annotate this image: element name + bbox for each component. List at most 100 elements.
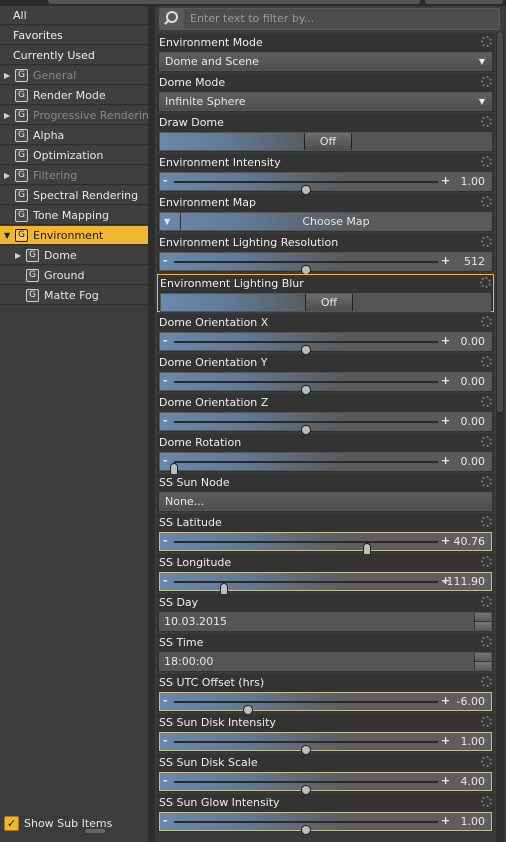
toggle-button[interactable]: Off bbox=[304, 133, 352, 150]
slider-value[interactable]: 1.00 bbox=[461, 813, 486, 830]
decrement-button[interactable]: - bbox=[163, 533, 168, 549]
expand-down-icon[interactable]: ▼ bbox=[4, 226, 10, 245]
slider-track[interactable] bbox=[174, 541, 438, 557]
increment-button[interactable]: + bbox=[441, 693, 450, 709]
node-selector[interactable]: None... bbox=[159, 492, 492, 511]
decrement-button[interactable]: - bbox=[163, 333, 168, 349]
pane-divider[interactable] bbox=[148, 6, 155, 842]
gear-icon[interactable] bbox=[481, 316, 492, 327]
slider-track[interactable] bbox=[174, 741, 438, 755]
tree-item-alpha[interactable]: G Alpha bbox=[0, 126, 148, 145]
decrement-button[interactable]: - bbox=[163, 173, 168, 189]
slider-track[interactable] bbox=[174, 181, 438, 195]
resize-grip[interactable] bbox=[85, 829, 105, 833]
filter-input[interactable]: Enter text to filter by... bbox=[190, 9, 314, 29]
slider-value[interactable]: 0.00 bbox=[461, 453, 486, 470]
toggle-draw-dome[interactable]: Off bbox=[159, 132, 492, 151]
decrement-button[interactable]: - bbox=[163, 773, 168, 789]
gear-icon[interactable] bbox=[481, 116, 492, 127]
slider-value[interactable]: 1.00 bbox=[461, 733, 486, 750]
slider-track[interactable] bbox=[174, 341, 438, 355]
gear-icon[interactable] bbox=[481, 476, 492, 487]
tree-item-spectral-rendering[interactable]: G Spectral Rendering bbox=[0, 186, 148, 205]
field-ss-time[interactable]: 18:00:00 bbox=[159, 652, 492, 671]
show-sub-items-checkbox[interactable]: ✓ bbox=[4, 816, 19, 831]
tree-item-tone-mapping[interactable]: G Tone Mapping bbox=[0, 206, 148, 225]
gear-icon[interactable] bbox=[481, 236, 492, 247]
field-ss-day[interactable]: 10.03.2015 bbox=[159, 612, 492, 631]
gear-icon[interactable] bbox=[481, 716, 492, 727]
vertical-scrollbar[interactable] bbox=[496, 32, 504, 842]
slider-ss-sun-glow-intensity[interactable]: - +1.00 bbox=[159, 812, 492, 835]
increment-button[interactable]: + bbox=[441, 413, 450, 429]
decrement-button[interactable]: - bbox=[163, 573, 168, 589]
decrement-button[interactable]: - bbox=[163, 253, 168, 269]
toggle-button[interactable]: Off bbox=[305, 294, 353, 311]
gear-icon[interactable] bbox=[480, 277, 491, 288]
gear-icon[interactable] bbox=[481, 636, 492, 647]
increment-button[interactable]: + bbox=[441, 373, 450, 389]
decrement-button[interactable]: - bbox=[163, 693, 168, 709]
slider-track[interactable] bbox=[174, 821, 438, 835]
slider-value[interactable]: -111.90 bbox=[443, 573, 485, 590]
gear-icon[interactable] bbox=[481, 516, 492, 527]
slider-track[interactable] bbox=[170, 461, 438, 477]
slider-ss-sun-disk-intensity[interactable]: - +1.00 bbox=[159, 732, 492, 755]
gear-icon[interactable] bbox=[481, 596, 492, 607]
slider-ss-latitude[interactable]: - +40.76 bbox=[159, 532, 492, 557]
tree-item-matte-fog[interactable]: G Matte Fog bbox=[0, 286, 148, 305]
gear-icon[interactable] bbox=[481, 676, 492, 687]
decrement-button[interactable]: - bbox=[163, 373, 168, 389]
gear-icon[interactable] bbox=[481, 756, 492, 767]
slider-value[interactable]: 0.00 bbox=[461, 333, 486, 350]
tree-item-environment[interactable]: ▼ G Environment bbox=[0, 226, 148, 245]
slider-track[interactable] bbox=[174, 701, 438, 715]
slider-value[interactable]: 1.00 bbox=[461, 173, 486, 190]
gear-icon[interactable] bbox=[481, 196, 492, 207]
slider-value[interactable]: 0.00 bbox=[461, 413, 486, 430]
increment-button[interactable]: + bbox=[441, 533, 450, 549]
scrollbar-thumb[interactable] bbox=[497, 32, 503, 412]
slider-track[interactable] bbox=[174, 261, 438, 275]
expand-right-icon[interactable]: ▶ bbox=[4, 166, 10, 185]
tree-item-favorites[interactable]: Favorites bbox=[0, 26, 148, 45]
spin-up-button[interactable] bbox=[475, 653, 491, 662]
decrement-button[interactable]: - bbox=[163, 733, 168, 749]
increment-button[interactable]: + bbox=[441, 453, 450, 469]
increment-button[interactable]: + bbox=[441, 253, 450, 269]
slider-track[interactable] bbox=[174, 781, 438, 795]
slider-environment-intensity[interactable]: - +1.00 bbox=[159, 172, 492, 195]
gear-icon[interactable] bbox=[481, 436, 492, 447]
tree-item-ground[interactable]: G Ground bbox=[0, 266, 148, 285]
spin-down-button[interactable] bbox=[475, 622, 491, 630]
gear-icon[interactable] bbox=[481, 796, 492, 807]
expand-right-icon[interactable]: ▶ bbox=[4, 66, 10, 85]
increment-button[interactable]: + bbox=[441, 733, 450, 749]
slider-ss-longitude[interactable]: - + -111.90 bbox=[159, 572, 492, 597]
slider-track[interactable] bbox=[174, 581, 438, 597]
decrement-button[interactable]: - bbox=[163, 413, 168, 429]
spinner[interactable] bbox=[474, 613, 491, 630]
dropdown-dome-mode[interactable]: Infinite Sphere ▼ bbox=[159, 92, 492, 111]
slider-dome-orientation-x[interactable]: - +0.00 bbox=[159, 332, 492, 355]
gear-icon[interactable] bbox=[481, 356, 492, 367]
slider-value[interactable]: 4.00 bbox=[461, 773, 486, 790]
tree-item-dome[interactable]: ▶ G Dome bbox=[0, 246, 148, 265]
toggle-environment-lighting-blur[interactable]: Off bbox=[160, 293, 491, 312]
gear-icon[interactable] bbox=[481, 396, 492, 407]
tree-item-optimization[interactable]: G Optimization bbox=[0, 146, 148, 165]
expand-right-icon[interactable]: ▶ bbox=[15, 246, 21, 265]
decrement-button[interactable]: - bbox=[163, 813, 168, 829]
increment-button[interactable]: + bbox=[441, 333, 450, 349]
increment-button[interactable]: + bbox=[441, 813, 450, 829]
slider-ss-utc-offset-hrs[interactable]: - + -6.00 bbox=[159, 692, 492, 715]
spinner[interactable] bbox=[474, 653, 491, 670]
dropdown-environment-mode[interactable]: Dome and Scene ▼ bbox=[159, 52, 492, 71]
decrement-button[interactable]: - bbox=[163, 453, 168, 469]
tree-item-filtering[interactable]: ▶ G Filtering bbox=[0, 166, 148, 185]
gear-icon[interactable] bbox=[481, 36, 492, 47]
slider-dome-orientation-z[interactable]: - +0.00 bbox=[159, 412, 492, 435]
gear-icon[interactable] bbox=[481, 76, 492, 87]
slider-knob[interactable] bbox=[301, 825, 311, 835]
slider-dome-orientation-y[interactable]: - +0.00 bbox=[159, 372, 492, 395]
